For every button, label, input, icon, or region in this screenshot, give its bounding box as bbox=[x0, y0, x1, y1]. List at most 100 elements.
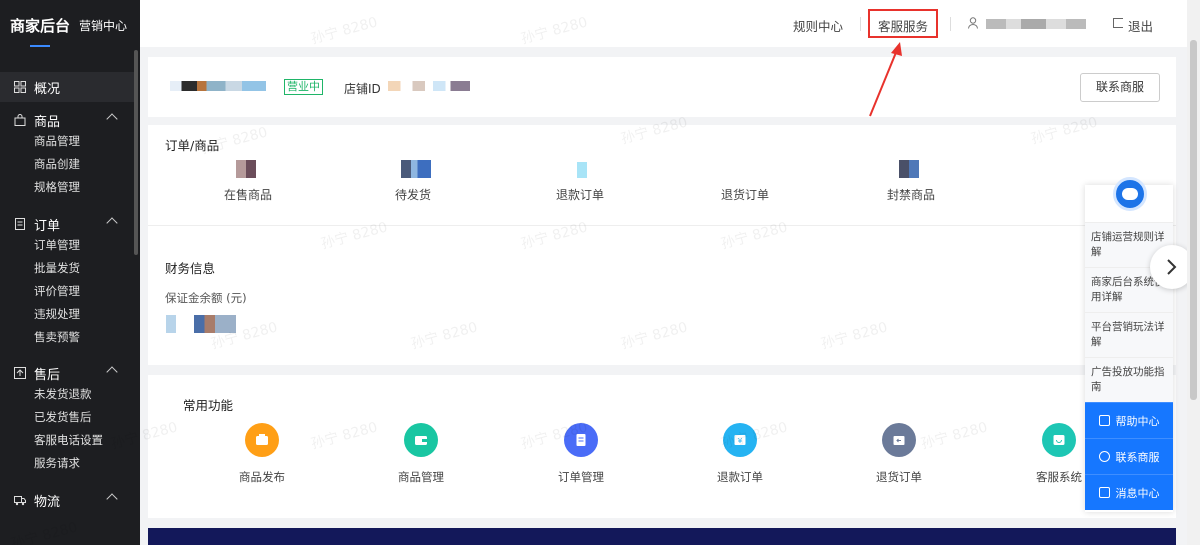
rules-center-link[interactable]: 规则中心 bbox=[793, 16, 843, 35]
logout-link[interactable]: 退出 bbox=[1128, 16, 1153, 35]
highlight-box bbox=[868, 9, 938, 38]
sidebar-group-label: 售后 bbox=[34, 367, 61, 383]
app-title[interactable]: 商家后台 bbox=[10, 15, 70, 36]
message-icon bbox=[1098, 487, 1110, 498]
svg-text:¥: ¥ bbox=[738, 437, 743, 445]
sidebar-item-violation[interactable]: 违规处理 bbox=[0, 303, 134, 326]
sidebar-group-aftersale: 售后 未发货退款 已发货售后 客服电话设置 服务请求 bbox=[0, 363, 134, 475]
count-redacted bbox=[577, 162, 587, 178]
refund-icon: ¥ bbox=[723, 423, 757, 457]
function-label: 商品管理 bbox=[398, 470, 444, 484]
common-functions-card: 常用功能 商品发布 商品管理 订单管理 ¥ 退款订单 退货订单 客服系统 bbox=[148, 375, 1176, 518]
shop-id-redacted bbox=[388, 81, 470, 91]
count-redacted bbox=[236, 160, 256, 178]
sidebar-item-order-manage[interactable]: 订单管理 bbox=[0, 234, 134, 257]
help-icon bbox=[1098, 415, 1110, 426]
sidebar-item-cs-phone[interactable]: 客服电话设置 bbox=[0, 429, 134, 452]
action-label: 消息中心 bbox=[1115, 486, 1160, 500]
function-label: 退款订单 bbox=[717, 470, 763, 484]
message-center-button[interactable]: 消息中心 bbox=[1085, 474, 1173, 510]
refund-order-button[interactable]: ¥ 退款订单 bbox=[695, 423, 785, 485]
sidebar-group-logistics: 物流 bbox=[0, 490, 134, 510]
action-label: 联系商服 bbox=[1115, 450, 1160, 464]
chevron-up-icon bbox=[106, 493, 118, 505]
faq-item[interactable]: 广告投放功能指南 bbox=[1085, 357, 1173, 402]
status-badge: 营业中 bbox=[284, 79, 323, 95]
function-label: 退货订单 bbox=[876, 470, 922, 484]
publish-icon bbox=[245, 423, 279, 457]
sidebar: 商家后台 营销中心 概况 商品 商品管理 商品创建 规格管理 订单 订单管理 批… bbox=[0, 0, 140, 545]
shop-info-card: 营业中 店铺ID 联系商服 bbox=[148, 57, 1176, 117]
help-center-button[interactable]: 帮助中心 bbox=[1085, 402, 1173, 438]
sidebar-item-service-request[interactable]: 服务请求 bbox=[0, 452, 134, 475]
order-manage-button[interactable]: 订单管理 bbox=[536, 423, 626, 485]
bag-icon bbox=[14, 114, 26, 126]
sidebar-item-goods-create[interactable]: 商品创建 bbox=[0, 153, 134, 176]
cs-system-icon bbox=[1042, 423, 1076, 457]
divider bbox=[148, 225, 1176, 226]
annotation-arrow bbox=[869, 42, 902, 117]
faq-item[interactable]: 平台营销玩法详解 bbox=[1085, 312, 1173, 357]
sidebar-group-head-orders[interactable]: 订单 bbox=[0, 214, 134, 234]
finance-section-title: 财务信息 bbox=[165, 261, 216, 276]
sidebar-group-head-logistics[interactable]: 物流 bbox=[0, 490, 134, 510]
topbar: 规则中心 客服服务 退出 bbox=[140, 0, 1187, 47]
sidebar-scrollbar[interactable] bbox=[134, 50, 138, 255]
banned-goods-link[interactable]: 封禁商品 bbox=[851, 186, 971, 203]
clipboard-icon bbox=[564, 423, 598, 457]
return-orders-link[interactable]: 退货订单 bbox=[685, 186, 805, 203]
shop-name-redacted bbox=[170, 81, 266, 91]
chevron-up-icon bbox=[106, 113, 118, 125]
publish-goods-button[interactable]: 商品发布 bbox=[217, 423, 307, 485]
sidebar-item-overview[interactable]: 概况 bbox=[0, 72, 134, 102]
deposit-amount-redacted bbox=[166, 315, 236, 333]
robot-icon[interactable] bbox=[1113, 177, 1147, 211]
sidebar-group-head-goods[interactable]: 商品 bbox=[0, 110, 134, 130]
sidebar-item-goods-manage[interactable]: 商品管理 bbox=[0, 130, 134, 153]
logout-icon bbox=[1113, 18, 1123, 28]
goods-manage-button[interactable]: 商品管理 bbox=[376, 423, 466, 485]
user-icon bbox=[968, 17, 978, 29]
divider bbox=[860, 17, 861, 31]
return-icon bbox=[882, 423, 916, 457]
deposit-label: 保证金余额 (元) bbox=[165, 291, 247, 305]
sidebar-item-sale-warning[interactable]: 售卖预警 bbox=[0, 326, 134, 349]
chevron-up-icon bbox=[106, 366, 118, 378]
sidebar-group-orders: 订单 订单管理 批量发货 评价管理 违规处理 售卖预警 bbox=[0, 214, 134, 349]
on-sale-goods-link[interactable]: 在售商品 bbox=[188, 186, 308, 203]
headset-icon bbox=[1098, 451, 1110, 462]
panel-header bbox=[1085, 177, 1173, 222]
sidebar-header: 商家后台 营销中心 bbox=[0, 0, 140, 50]
sidebar-item-batch-ship[interactable]: 批量发货 bbox=[0, 257, 134, 280]
function-label: 订单管理 bbox=[558, 470, 604, 484]
sidebar-item-review-manage[interactable]: 评价管理 bbox=[0, 280, 134, 303]
pending-ship-link[interactable]: 待发货 bbox=[353, 186, 473, 203]
banner-card[interactable] bbox=[148, 528, 1176, 545]
sidebar-group-label: 订单 bbox=[34, 218, 61, 234]
chevron-up-icon bbox=[106, 217, 118, 229]
grid-icon bbox=[14, 81, 26, 93]
truck-icon bbox=[14, 494, 26, 506]
sidebar-group-goods: 商品 商品管理 商品创建 规格管理 bbox=[0, 110, 134, 199]
action-label: 帮助中心 bbox=[1115, 414, 1160, 428]
contact-service-float-button[interactable]: 联系商服 bbox=[1085, 438, 1173, 474]
username-redacted[interactable] bbox=[986, 19, 1086, 29]
active-tab-indicator bbox=[30, 45, 50, 47]
marketing-center-link[interactable]: 营销中心 bbox=[79, 17, 127, 34]
page-scrollbar[interactable] bbox=[1187, 0, 1200, 545]
shop-id-label: 店铺ID bbox=[344, 82, 381, 96]
orders-finance-card: 订单/商品 在售商品 待发货 退款订单 退货订单 封禁商品 财务信息 保证金余额… bbox=[148, 125, 1176, 365]
sidebar-group-label: 物流 bbox=[34, 494, 61, 510]
return-order-button[interactable]: 退货订单 bbox=[854, 423, 944, 485]
sidebar-item-label: 概况 bbox=[34, 81, 61, 97]
divider bbox=[950, 17, 951, 31]
refund-orders-link[interactable]: 退款订单 bbox=[520, 186, 640, 203]
sidebar-group-head-aftersale[interactable]: 售后 bbox=[0, 363, 134, 383]
wallet-icon bbox=[404, 423, 438, 457]
count-redacted bbox=[401, 160, 431, 178]
sidebar-item-shipped-aftersale[interactable]: 已发货售后 bbox=[0, 406, 134, 429]
contact-service-button[interactable]: 联系商服 bbox=[1080, 73, 1160, 102]
aftersale-icon bbox=[14, 367, 26, 379]
sidebar-item-spec-manage[interactable]: 规格管理 bbox=[0, 176, 134, 199]
sidebar-item-unshipped-refund[interactable]: 未发货退款 bbox=[0, 383, 134, 406]
